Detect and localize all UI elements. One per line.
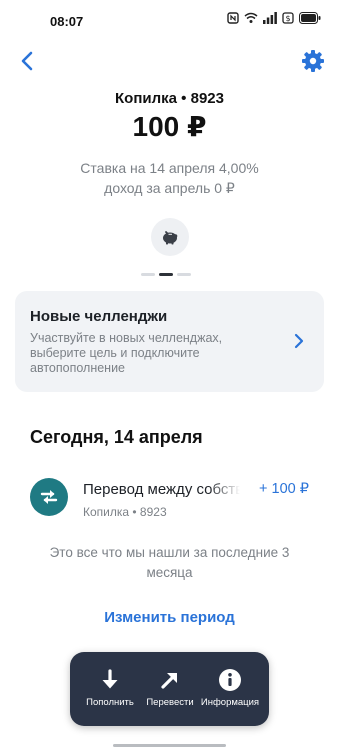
carousel-indicator <box>141 273 191 276</box>
carousel-dot[interactable] <box>177 273 191 276</box>
change-period-link[interactable]: Изменить период <box>0 609 339 626</box>
svg-text:$: $ <box>285 14 290 23</box>
challenges-title: Новые челленджи <box>30 308 168 325</box>
arrow-up-right-icon <box>161 673 177 689</box>
piggy-bank-badge <box>151 218 189 256</box>
challenges-description: Участвуйте в новых челленджах, выберите … <box>30 331 223 375</box>
battery-icon <box>299 12 321 24</box>
interest-rate-text: Ставка на 14 апреля 4,00% <box>80 160 259 176</box>
status-bar: 08:07 $ <box>0 0 339 42</box>
action-bar: Пополнить Перевести Информация <box>70 652 269 726</box>
balance-amount: 100 ₽ <box>132 111 207 142</box>
gear-icon <box>302 50 324 72</box>
top-up-button[interactable]: Пополнить <box>80 652 140 726</box>
transaction-row[interactable]: Перевод между собственными счетами Копил… <box>15 468 324 526</box>
info-icon <box>219 669 241 691</box>
info-button[interactable]: Информация <box>200 652 260 726</box>
info-label: Информация <box>200 697 260 708</box>
carousel-dot[interactable] <box>141 273 155 276</box>
transaction-title: Перевод между собственными счетами <box>83 481 240 498</box>
transfer-arrows-icon <box>40 490 58 504</box>
back-button[interactable] <box>14 47 42 75</box>
transfer-button[interactable]: Перевести <box>140 652 200 726</box>
piggy-bank-icon <box>163 231 178 245</box>
nfc-icon <box>227 12 239 24</box>
chevron-right-icon <box>294 333 304 349</box>
data-saver-icon: $ <box>282 12 294 24</box>
top-bar <box>0 44 339 80</box>
home-indicator[interactable] <box>113 744 226 747</box>
account-name: Копилка • 8923 <box>115 90 224 107</box>
empty-history-note: Это все что мы нашли за последние 3 меся… <box>49 545 290 580</box>
transfer-label: Перевести <box>146 697 194 708</box>
signal-icon <box>263 12 277 24</box>
transaction-amount: + 100 ₽ <box>259 481 309 497</box>
settings-button[interactable] <box>299 47 327 75</box>
challenges-card[interactable]: Новые челленджи Участвуйте в новых челле… <box>15 291 324 392</box>
date-heading: Сегодня, 14 апреля <box>30 427 203 447</box>
wifi-icon <box>244 12 258 23</box>
transaction-account: Копилка • 8923 <box>83 505 167 519</box>
transfer-badge <box>30 478 68 516</box>
chevron-left-icon <box>21 51 33 71</box>
carousel-dot-active[interactable] <box>159 273 173 276</box>
arrow-down-icon <box>102 669 118 689</box>
status-icons: $ <box>227 12 321 24</box>
monthly-income-text: доход за апрель 0 ₽ <box>104 180 235 196</box>
top-up-label: Пополнить <box>86 697 134 708</box>
status-time: 08:07 <box>50 14 84 29</box>
